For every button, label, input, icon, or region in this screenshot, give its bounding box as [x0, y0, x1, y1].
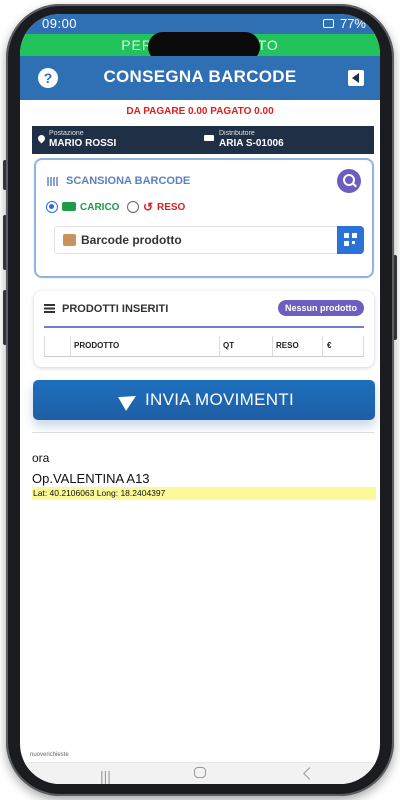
barcode-input-placeholder: Barcode prodotto	[81, 233, 182, 247]
col-qt: QT	[223, 341, 235, 350]
payment-summary: DA PAGARE 0.00 PAGATO 0.00	[126, 106, 274, 117]
postazione-value: MARIO ROSSI	[49, 138, 117, 149]
postazione-label: Postazione	[49, 130, 84, 137]
radio-carico[interactable]	[46, 201, 58, 213]
app-header: ? CONSEGNA BARCODE	[20, 56, 380, 100]
status-bar: 09:00 77%	[20, 14, 380, 34]
status-time: 09:00	[42, 16, 78, 31]
products-title: PRODOTTI INSERITI	[62, 303, 169, 315]
log-time: ora	[32, 451, 50, 465]
search-button[interactable]	[337, 169, 361, 193]
send-movements-button[interactable]: INVIA MOVIMENTI	[33, 380, 375, 420]
col-reso: RESO	[276, 341, 299, 350]
paper-plane-icon	[118, 389, 140, 411]
option-reso-label[interactable]: RESO	[157, 202, 185, 213]
info-bar: Postazione MARIO ROSSI Distributore ARIA…	[32, 126, 374, 154]
log-coordinates: Lat: 40.2106063 Long: 18.2404397	[32, 487, 376, 500]
app-screen: 09:00 77% PERCORSO AVVIATO ? CONSEGNA BA…	[20, 14, 380, 784]
nav-back-icon[interactable]	[303, 767, 316, 780]
list-icon	[44, 304, 55, 313]
status-icons: 77%	[322, 16, 366, 31]
qr-scan-button[interactable]	[337, 226, 364, 254]
radio-reso[interactable]	[127, 201, 139, 213]
distributore-value: ARIA S-01006	[219, 138, 284, 149]
barcode-input[interactable]: Barcode prodotto	[54, 226, 364, 254]
barcode-icon	[47, 177, 59, 186]
distributore-cell: Distributore ARIA S-01006	[219, 130, 284, 150]
products-card: PRODOTTI INSERITI Nessun prodotto PRODOT…	[34, 291, 374, 367]
col-euro: €	[327, 341, 332, 350]
products-table-header: PRODOTTO QT RESO €	[44, 336, 364, 357]
status-battery: 77%	[339, 16, 366, 31]
truck-icon	[62, 202, 76, 211]
wifi-icon	[322, 19, 334, 28]
home-icon[interactable]	[194, 767, 206, 778]
page-title: CONSEGNA BARCODE	[103, 67, 297, 86]
option-carico-label[interactable]: CARICO	[80, 202, 119, 213]
products-count-badge: Nessun prodotto	[278, 300, 364, 316]
col-prodotto: PRODOTTO	[74, 341, 120, 350]
log-divider	[32, 432, 374, 433]
recent-apps-icon[interactable]: |||	[100, 769, 111, 783]
location-pin-icon	[36, 133, 47, 144]
back-button[interactable]	[348, 70, 364, 86]
package-icon	[63, 234, 76, 246]
distributore-label: Distributore	[219, 130, 255, 137]
footer-note: nuoverichieste	[30, 752, 69, 758]
products-divider	[44, 326, 364, 328]
log-operator: Op.VALENTINA A13	[32, 471, 150, 486]
postazione-cell: Postazione MARIO ROSSI	[49, 130, 116, 150]
coffee-machine-icon	[204, 135, 214, 141]
undo-icon: ↺	[143, 200, 154, 214]
system-nav-bar: |||	[20, 762, 380, 784]
scan-card: SCANSIONA BARCODE CARICO ↺ RESO Barcode …	[34, 158, 374, 278]
send-movements-label: INVIA MOVIMENTI	[145, 390, 295, 409]
scan-title: SCANSIONA BARCODE	[66, 175, 191, 187]
